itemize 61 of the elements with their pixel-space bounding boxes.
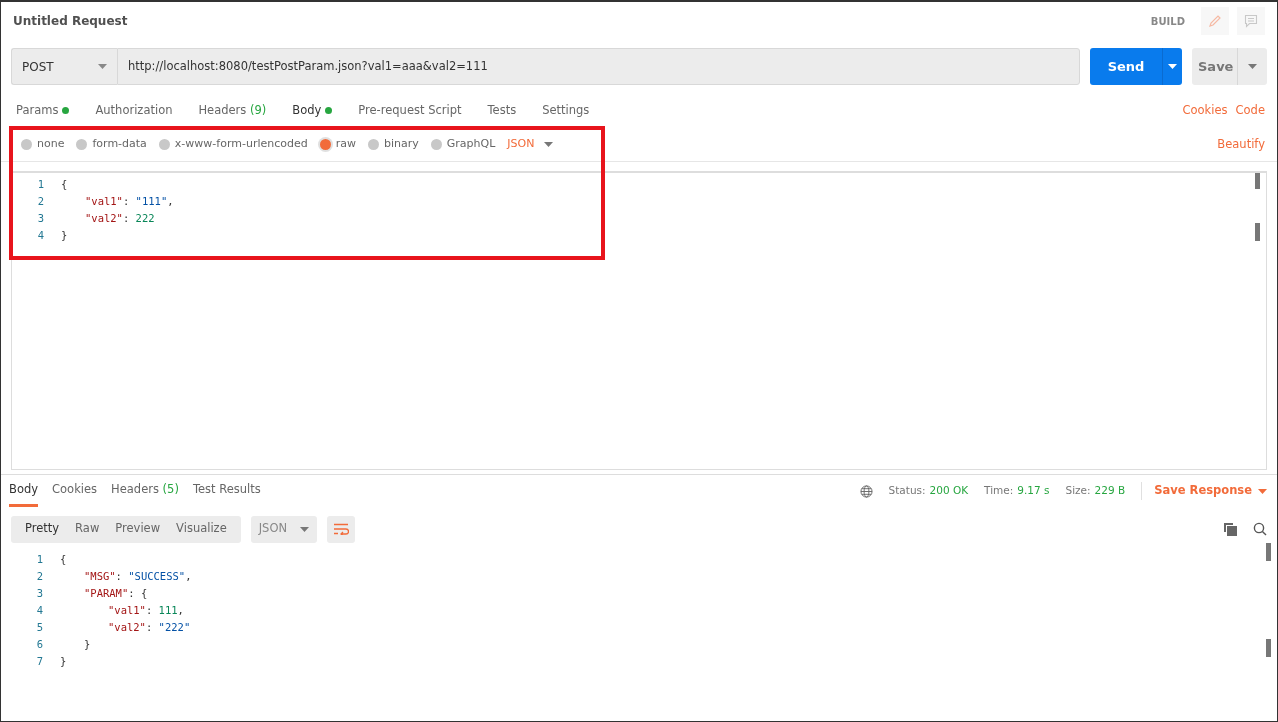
request-tab[interactable]: Headers (9): [198, 102, 267, 120]
response-tab[interactable]: Headers (5): [111, 474, 179, 508]
view-tab[interactable]: Pretty: [17, 515, 68, 543]
stat-value: 9.17 s: [1017, 483, 1050, 499]
request-tab[interactable]: Pre-request Script: [358, 102, 462, 120]
mode-label: BUILD: [1150, 14, 1185, 29]
line-number: 1: [35, 551, 43, 567]
radio-option[interactable]: form-data: [76, 136, 147, 153]
radio-option[interactable]: binary: [368, 136, 419, 153]
save-response-button[interactable]: Save Response: [1141, 482, 1267, 500]
link[interactable]: Cookies: [1182, 102, 1228, 120]
stat-label: Status:: [888, 483, 926, 499]
code-line: "val2": 222: [84, 210, 155, 226]
line-number: 2: [35, 568, 43, 584]
line-number: 4: [35, 602, 43, 618]
response-tab[interactable]: Cookies: [52, 474, 98, 508]
view-tab[interactable]: Preview: [107, 515, 169, 543]
window-title: Untitled Request: [13, 13, 128, 30]
request-tab[interactable]: Settings: [542, 102, 590, 120]
line-number: 6: [35, 636, 43, 652]
code-line: "val2": "222": [107, 619, 191, 635]
line-number: 3: [36, 210, 44, 226]
method-dropdown[interactable]: POST: [11, 48, 117, 85]
request-tab[interactable]: Authorization: [95, 102, 173, 120]
response-tab[interactable]: Test Results: [192, 474, 261, 508]
link[interactable]: Code: [1235, 102, 1265, 120]
code-line: }: [83, 636, 91, 652]
radio-option[interactable]: GraphQL: [430, 136, 496, 153]
stat-value: 200 OK: [929, 483, 969, 499]
format-dropdown[interactable]: JSON: [507, 136, 554, 153]
url-field[interactable]: http://localhost:8080/testPostParam.json?val1=aaa&val2=111: [117, 48, 1080, 85]
line-number: 2: [36, 193, 44, 209]
view-tab[interactable]: Raw: [67, 515, 108, 543]
stat-label: Size:: [1065, 483, 1091, 499]
line-number: 5: [35, 619, 43, 635]
stat-value: 229 B: [1094, 483, 1126, 499]
line-number: 1: [36, 176, 44, 192]
radio-option[interactable]: raw: [319, 136, 356, 153]
code-line: "val1": 111,: [107, 602, 184, 618]
line-number: 3: [35, 585, 43, 601]
response-tab[interactable]: Body: [9, 474, 39, 508]
save-button[interactable]: Save: [1192, 48, 1237, 85]
code-line: {: [59, 551, 67, 567]
request-tab[interactable]: Params: [16, 102, 70, 120]
stat-label: Time:: [984, 483, 1014, 499]
radio-option[interactable]: x-www-form-urlencoded: [158, 136, 308, 153]
code-line: }: [59, 653, 67, 669]
format-dropdown[interactable]: JSON: [250, 515, 317, 543]
request-tab[interactable]: Tests: [487, 102, 517, 120]
radio-option[interactable]: none: [21, 136, 65, 153]
code-line: "val1": "111",: [84, 193, 174, 209]
line-number: 4: [36, 227, 44, 243]
code-line: {: [60, 176, 68, 192]
view-tab[interactable]: Visualize: [168, 515, 235, 543]
request-tab[interactable]: Body: [292, 102, 333, 120]
beautify-link[interactable]: Beautify: [1217, 135, 1265, 154]
send-button[interactable]: Send: [1090, 48, 1162, 85]
code-line: }: [60, 227, 68, 243]
line-number: 7: [35, 653, 43, 669]
code-line: "MSG": "SUCCESS",: [83, 568, 192, 584]
code-line: "PARAM": {: [83, 585, 148, 601]
